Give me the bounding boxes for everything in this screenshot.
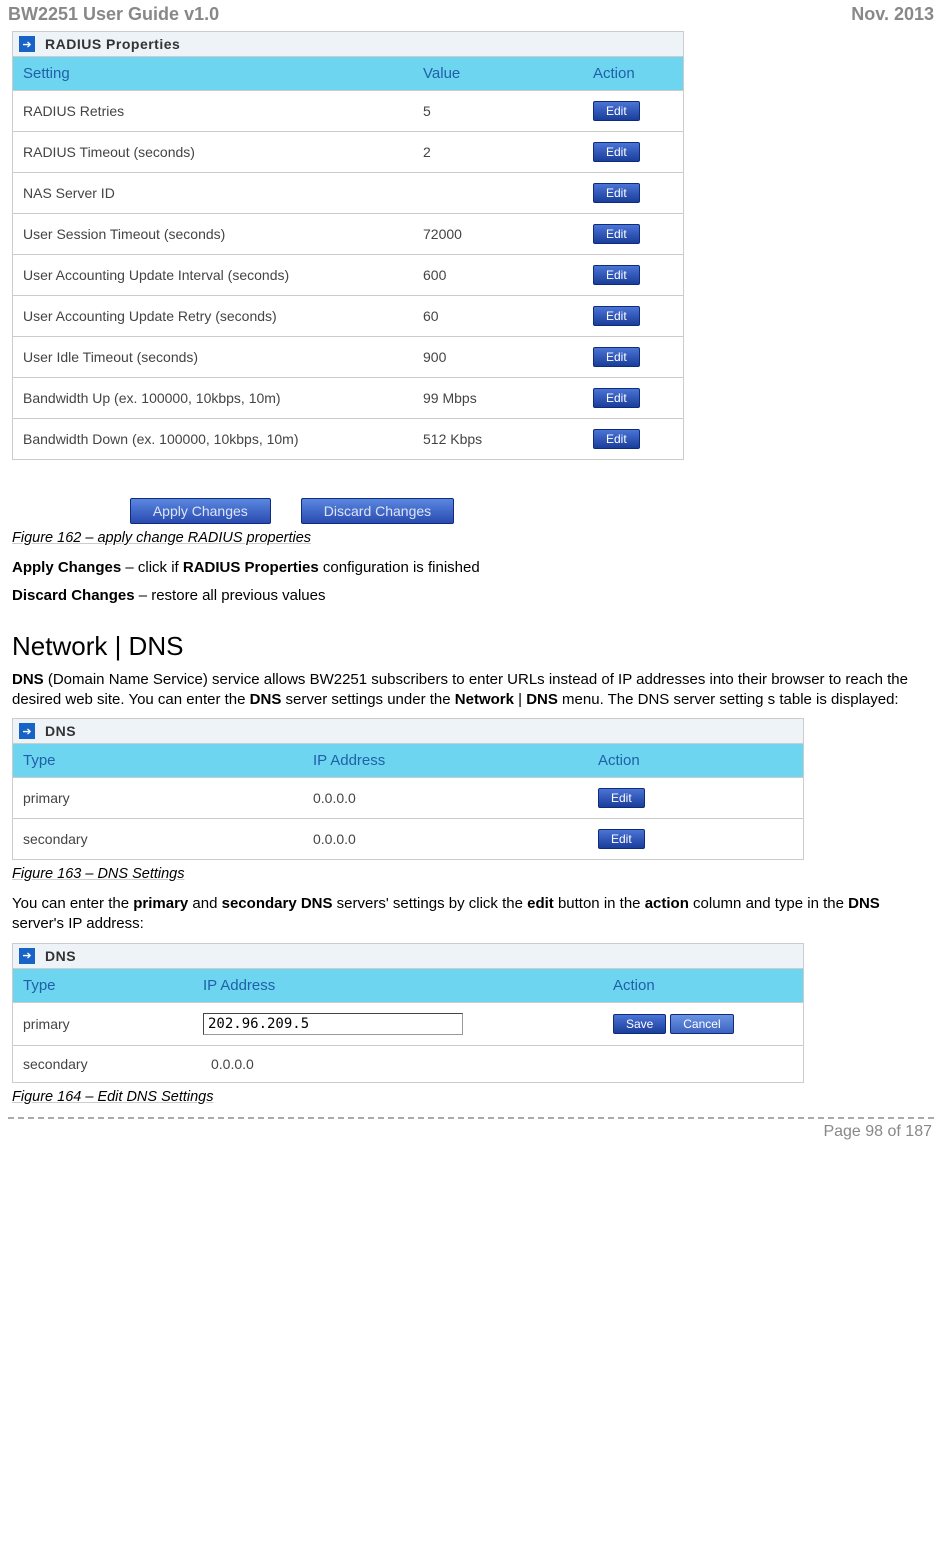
apply-changes-button[interactable]: Apply Changes (130, 498, 271, 524)
table-row: primary 0.0.0.0 Edit (13, 777, 803, 818)
cell-ip: 0.0.0.0 (303, 821, 588, 857)
doc-date: Nov. 2013 (851, 4, 934, 25)
panel-title: DNS (45, 723, 76, 739)
panel-title: RADIUS Properties (45, 36, 180, 52)
panel-title: DNS (45, 948, 76, 964)
collapse-icon[interactable] (19, 948, 35, 964)
cell-setting: User Session Timeout (seconds) (13, 216, 413, 252)
panel-title-bar: DNS (13, 719, 803, 744)
cell-type: primary (13, 1006, 193, 1042)
collapse-icon[interactable] (19, 723, 35, 739)
edit-button[interactable]: Edit (593, 306, 640, 326)
cell-type: primary (13, 780, 303, 816)
dns-panel: DNS Type IP Address Action primary 0.0.0… (12, 718, 804, 860)
apply-help-text: Apply Changes – click if RADIUS Properti… (12, 558, 930, 578)
table-header-row: Type IP Address Action (13, 969, 803, 1002)
dns-edit-panel: DNS Type IP Address Action primary Save … (12, 943, 804, 1083)
panel-title-bar: DNS (13, 944, 803, 969)
cell-setting: User Accounting Update Retry (seconds) (13, 298, 413, 334)
cell-value: 72000 (413, 216, 583, 252)
table-row: User Idle Timeout (seconds) 900 Edit (13, 336, 683, 377)
col-header-setting: Setting (13, 57, 413, 90)
col-header-value: Value (413, 57, 583, 90)
dns-mid-text: You can enter the primary and secondary … (12, 894, 930, 935)
edit-button[interactable]: Edit (598, 829, 645, 849)
table-row: Bandwidth Up (ex. 100000, 10kbps, 10m) 9… (13, 377, 683, 418)
label-apply: Apply Changes (12, 559, 121, 576)
table-header-row: Setting Value Action (13, 57, 683, 90)
cell-value (413, 183, 583, 203)
col-header-type: Type (13, 969, 193, 1002)
cell-setting: Bandwidth Up (ex. 100000, 10kbps, 10m) (13, 380, 413, 416)
collapse-icon[interactable] (19, 36, 35, 52)
table-header-row: Type IP Address Action (13, 744, 803, 777)
table-row: User Session Timeout (seconds) 72000 Edi… (13, 213, 683, 254)
col-header-ip: IP Address (193, 969, 603, 1002)
dns-intro-text: DNS (Domain Name Service) service allows… (12, 670, 930, 711)
label-discard: Discard Changes (12, 587, 135, 604)
cell-value: 2 (413, 134, 583, 170)
cell-setting: RADIUS Retries (13, 93, 413, 129)
edit-button[interactable]: Edit (598, 788, 645, 808)
table-row: NAS Server ID Edit (13, 172, 683, 213)
ip-address-input[interactable] (203, 1013, 463, 1035)
edit-button[interactable]: Edit (593, 183, 640, 203)
cell-ip: 0.0.0.0 (303, 780, 588, 816)
col-header-action: Action (588, 744, 803, 777)
cell-value: 5 (413, 93, 583, 129)
table-row: secondary 0.0.0.0 (13, 1045, 803, 1082)
cell-type: secondary (13, 821, 303, 857)
cell-value: 900 (413, 339, 583, 375)
panel-title-bar: RADIUS Properties (13, 32, 683, 57)
table-row: User Accounting Update Retry (seconds) 6… (13, 295, 683, 336)
section-heading-network-dns: Network | DNS (12, 631, 930, 662)
save-button[interactable]: Save (613, 1014, 666, 1034)
edit-button[interactable]: Edit (593, 101, 640, 121)
cell-setting: Bandwidth Down (ex. 100000, 10kbps, 10m) (13, 421, 413, 457)
cell-setting: User Accounting Update Interval (seconds… (13, 257, 413, 293)
discard-changes-button[interactable]: Discard Changes (301, 498, 454, 524)
doc-title: BW2251 User Guide v1.0 (8, 4, 219, 25)
figure-164-caption: Figure 164 – Edit DNS Settings (12, 1089, 930, 1105)
figure-163-caption: Figure 163 – DNS Settings (12, 866, 930, 882)
cell-value: 600 (413, 257, 583, 293)
radius-properties-panel: RADIUS Properties Setting Value Action R… (12, 31, 684, 460)
table-row: primary Save Cancel (13, 1002, 803, 1045)
cell-ip: 0.0.0.0 (193, 1046, 611, 1082)
edit-button[interactable]: Edit (593, 347, 640, 367)
cell-setting: RADIUS Timeout (seconds) (13, 134, 413, 170)
cell-value: 60 (413, 298, 583, 334)
table-row: User Accounting Update Interval (seconds… (13, 254, 683, 295)
col-header-action: Action (583, 57, 683, 90)
edit-button[interactable]: Edit (593, 388, 640, 408)
table-row: RADIUS Retries 5 Edit (13, 90, 683, 131)
footer-separator (8, 1117, 934, 1119)
edit-button[interactable]: Edit (593, 142, 640, 162)
col-header-ip: IP Address (303, 744, 588, 777)
cancel-button[interactable]: Cancel (670, 1014, 733, 1034)
col-header-type: Type (13, 744, 303, 777)
col-header-action: Action (603, 969, 803, 1002)
cell-value: 512 Kbps (413, 421, 583, 457)
edit-button[interactable]: Edit (593, 429, 640, 449)
table-row: Bandwidth Down (ex. 100000, 10kbps, 10m)… (13, 418, 683, 459)
figure-162-caption: Figure 162 – apply change RADIUS propert… (12, 530, 930, 546)
table-row: RADIUS Timeout (seconds) 2 Edit (13, 131, 683, 172)
cell-setting: NAS Server ID (13, 175, 413, 211)
discard-help-text: Discard Changes – restore all previous v… (12, 586, 930, 606)
edit-button[interactable]: Edit (593, 224, 640, 244)
table-row: secondary 0.0.0.0 Edit (13, 818, 803, 859)
edit-button[interactable]: Edit (593, 265, 640, 285)
page-number: Page 98 of 187 (0, 1123, 942, 1151)
cell-value: 99 Mbps (413, 380, 583, 416)
cell-setting: User Idle Timeout (seconds) (13, 339, 413, 375)
cell-type: secondary (13, 1046, 193, 1082)
